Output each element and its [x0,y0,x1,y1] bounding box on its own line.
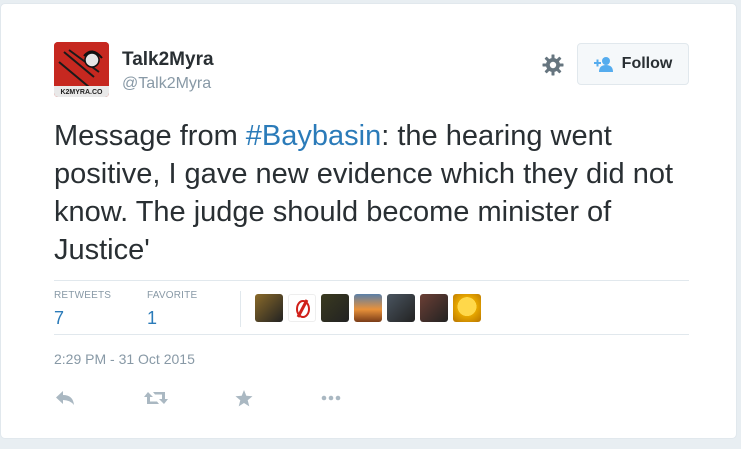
tweet-card: K2MYRA.CO Talk2Myra @Talk2Myra Follow Me… [0,3,737,439]
retweets-label: RETWEETS [54,290,112,301]
tweet-actions [54,388,342,408]
lion-avatar[interactable] [255,294,283,322]
favorites-label: FAVORITE [147,290,198,301]
timestamp[interactable]: 2:29 PM - 31 Oct 2015 [54,351,195,367]
follow-button[interactable]: Follow [577,43,689,85]
avatar-image: K2MYRA.CO [54,42,109,97]
star-icon[interactable] [234,388,254,408]
more-icon[interactable] [320,388,342,408]
favorites-stat[interactable]: FAVORITE 1 [147,290,197,329]
retweets-count: 7 [54,308,65,328]
svg-text:K2MYRA.CO: K2MYRA.CO [60,89,103,96]
retweets-stat[interactable]: RETWEETS 7 [54,290,111,329]
gear-icon[interactable] [541,53,565,77]
retweet-icon[interactable] [144,388,168,408]
follow-label: Follow [621,55,673,72]
sunset-avatar[interactable] [354,294,382,322]
favoriter-avatars [255,294,481,322]
add-user-icon [593,57,613,72]
man-portrait-avatar[interactable] [387,294,415,322]
yellow-black-avatar[interactable] [321,294,349,322]
author-handle[interactable]: @Talk2Myra [122,75,211,93]
page-background-strip [0,439,741,449]
tweet-stats: RETWEETS 7 FAVORITE 1 [54,280,689,335]
tweet-text: Message from #Baybasin: the hearing went… [54,117,704,269]
tweet-text-start: Message from [54,120,246,152]
favorites-count: 1 [147,308,158,328]
avatar[interactable]: K2MYRA.CO [54,42,109,97]
stats-divider [240,291,241,327]
hashtag-link[interactable]: #Baybasin [246,120,381,152]
sun-avatar[interactable] [453,294,481,322]
author-name[interactable]: Talk2Myra [122,49,214,71]
reply-icon[interactable] [54,388,76,408]
group-photo-avatar[interactable] [420,294,448,322]
red-logo-avatar[interactable] [288,294,316,322]
